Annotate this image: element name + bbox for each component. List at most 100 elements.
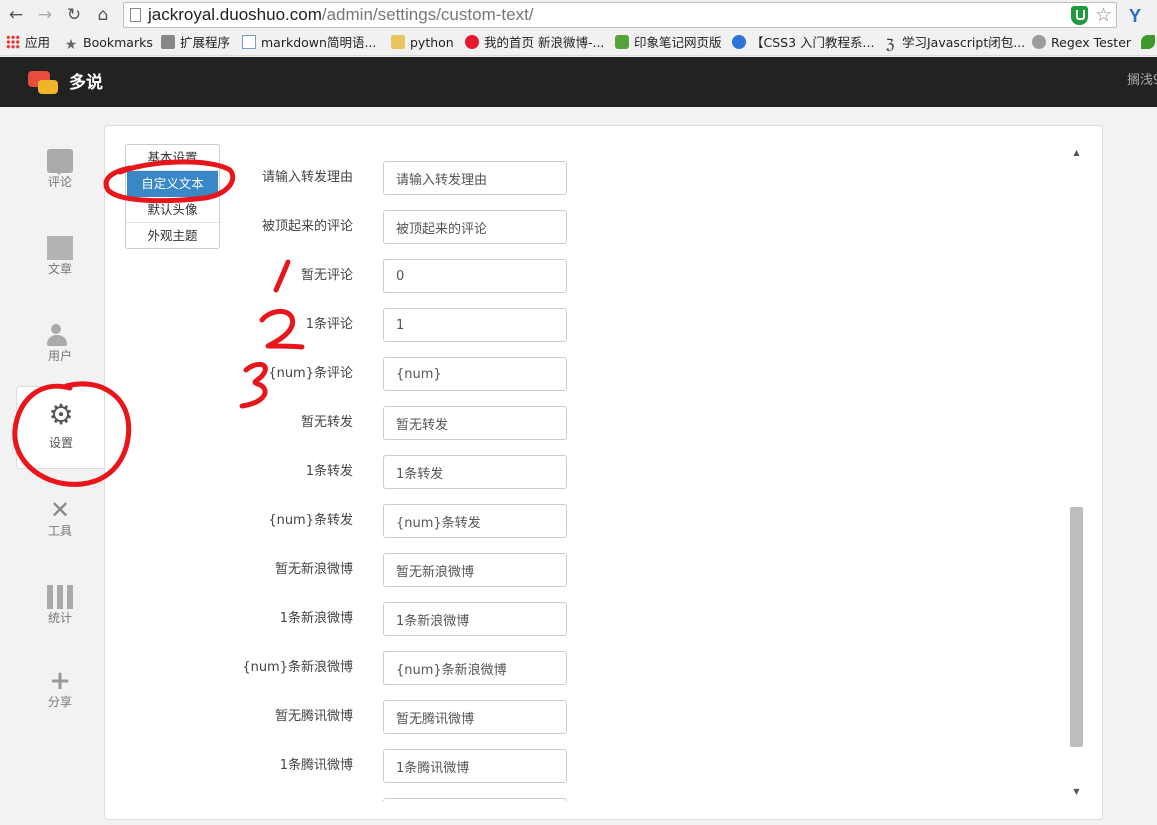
security-shield-icon[interactable] bbox=[1071, 6, 1088, 25]
custom-text-form: 请输入转发理由 被顶起来的评论 暂无评论 1条评论 {num}条评论 暂无转发 … bbox=[230, 145, 1060, 801]
bookmark-regex[interactable]: Regex Tester bbox=[1032, 34, 1131, 52]
field-label: 暂无腾讯微博 bbox=[274, 709, 353, 724]
field-label: 暂无评论 bbox=[300, 268, 353, 283]
bookmark-label: 学习Javascript闭包... bbox=[902, 35, 1026, 50]
apps-icon bbox=[6, 35, 20, 49]
stats-icon bbox=[47, 585, 73, 609]
user-menu[interactable]: 搁浅9 bbox=[1127, 73, 1157, 89]
bookmark-python[interactable]: python bbox=[391, 34, 454, 52]
subnav-default-avatar[interactable]: 默认头像 bbox=[126, 197, 219, 223]
url-path: /admin/settings/custom-text/ bbox=[321, 5, 534, 24]
gear-icon: ⚙ bbox=[48, 398, 74, 431]
subnav-custom-text[interactable]: 自定义文本 bbox=[127, 171, 218, 197]
weibo-icon bbox=[465, 35, 479, 49]
sidebar-item-label: 文章 bbox=[47, 262, 72, 276]
folder-icon bbox=[391, 35, 405, 49]
custom-text-input[interactable] bbox=[383, 798, 567, 801]
field-label: {num}条新浪微博 bbox=[242, 660, 353, 675]
script-icon: ℨ bbox=[885, 37, 895, 53]
sidebar-item-tools[interactable]: ✕ 工具 bbox=[16, 486, 104, 570]
bookmark-markdown[interactable]: markdown简明语... bbox=[242, 34, 376, 52]
evernote-icon bbox=[615, 35, 629, 49]
custom-text-input[interactable] bbox=[383, 308, 567, 342]
field-label: 请输入转发理由 bbox=[261, 170, 353, 185]
field-label: 被顶起来的评论 bbox=[261, 219, 353, 234]
brand-name[interactable]: 多说 bbox=[69, 71, 103, 95]
field-label: 1条腾讯微博 bbox=[279, 758, 353, 773]
app-header bbox=[0, 57, 1157, 107]
bookmark-label: 我的首页 新浪微博-... bbox=[484, 35, 605, 50]
field-label: {num}条评论 bbox=[268, 366, 353, 381]
scroll-up-arrow[interactable]: ▲ bbox=[1068, 146, 1085, 160]
bookmark-extensions[interactable]: 扩展程序 bbox=[161, 34, 230, 52]
bookmark-bookmarks[interactable]: ★ Bookmarks bbox=[64, 34, 153, 52]
comment-icon bbox=[47, 149, 73, 175]
bookmarks-bar: 应用 ★ Bookmarks 扩展程序 markdown简明语... python… bbox=[0, 30, 1157, 56]
sidebar-item-stats[interactable]: 统计 bbox=[16, 573, 104, 657]
sidebar-item-users[interactable]: 用户 bbox=[16, 311, 104, 395]
custom-text-input[interactable] bbox=[383, 553, 567, 587]
tools-icon: ✕ bbox=[49, 496, 71, 524]
bookmark-apps[interactable]: 应用 bbox=[6, 34, 50, 52]
custom-text-input[interactable] bbox=[383, 357, 567, 391]
sidebar-item-label: 设置 bbox=[48, 436, 73, 450]
subnav-theme[interactable]: 外观主题 bbox=[126, 223, 219, 249]
custom-text-input[interactable] bbox=[383, 210, 567, 244]
forward-button[interactable]: → bbox=[34, 4, 56, 26]
home-button[interactable]: ⌂ bbox=[92, 4, 114, 26]
custom-text-input[interactable] bbox=[383, 259, 567, 293]
bookmark-evernote[interactable]: 印象笔记网页版 bbox=[615, 34, 722, 52]
sidebar-item-label: 统计 bbox=[47, 611, 72, 625]
sidebar: 评论 文章 用户 ⚙ 设置 ✕ 工具 统计 + 分享 bbox=[0, 107, 105, 825]
custom-text-input[interactable] bbox=[383, 651, 567, 685]
url-text[interactable]: jackroyal.duoshuo.com/admin/settings/cus… bbox=[148, 5, 534, 25]
reload-button[interactable]: ↻ bbox=[63, 4, 85, 26]
bookmark-weibo[interactable]: 我的首页 新浪微博-... bbox=[465, 34, 604, 52]
bookmark-javascript[interactable]: ℨ 学习Javascript闭包... bbox=[883, 34, 1026, 53]
field-label: 暂无新浪微博 bbox=[274, 562, 353, 577]
ie-icon bbox=[732, 35, 746, 49]
back-button[interactable]: ← bbox=[5, 4, 27, 26]
field-label: {num}条转发 bbox=[268, 513, 353, 528]
custom-text-input[interactable] bbox=[383, 700, 567, 734]
bookmark-label: Bookmarks bbox=[83, 35, 153, 50]
scroll-thumb[interactable] bbox=[1070, 507, 1083, 747]
bookmark-overflow[interactable] bbox=[1141, 34, 1157, 52]
scroll-down-arrow[interactable]: ▼ bbox=[1068, 785, 1085, 799]
leaf-icon bbox=[1141, 35, 1155, 49]
bookmark-label: 应用 bbox=[25, 35, 51, 50]
sidebar-item-label: 用户 bbox=[47, 349, 72, 363]
puzzle-icon bbox=[161, 35, 175, 49]
bookmark-label: markdown简明语... bbox=[261, 35, 377, 50]
custom-text-input[interactable] bbox=[383, 455, 567, 489]
sidebar-item-comments[interactable]: 评论 bbox=[16, 137, 104, 221]
sidebar-item-label: 工具 bbox=[47, 524, 72, 538]
bookmark-label: Regex Tester bbox=[1051, 35, 1132, 50]
extension-icon[interactable]: Y bbox=[1125, 6, 1145, 26]
sidebar-item-articles[interactable]: 文章 bbox=[16, 224, 104, 308]
custom-text-input[interactable] bbox=[383, 161, 567, 195]
scrollbar[interactable]: ▲ ▼ bbox=[1068, 143, 1085, 802]
url-host: jackroyal.duoshuo.com bbox=[148, 5, 322, 24]
bookmark-css3[interactable]: 【CSS3 入门教程系... bbox=[732, 34, 874, 52]
settings-subnav: 基本设置 自定义文本 默认头像 外观主题 bbox=[125, 144, 220, 249]
sidebar-item-settings[interactable]: ⚙ 设置 bbox=[16, 386, 104, 469]
sidebar-item-share[interactable]: + 分享 bbox=[16, 657, 104, 741]
share-icon: + bbox=[49, 666, 71, 696]
bookmark-label: python bbox=[410, 35, 454, 50]
field-label: 1条新浪微博 bbox=[279, 611, 353, 626]
field-label: 暂无转发 bbox=[300, 415, 353, 430]
custom-text-input[interactable] bbox=[383, 602, 567, 636]
bookmark-label: 扩展程序 bbox=[180, 35, 231, 50]
bookmark-star-icon[interactable]: ☆ bbox=[1095, 4, 1112, 26]
address-bar[interactable]: jackroyal.duoshuo.com/admin/settings/cus… bbox=[123, 2, 1117, 28]
regex-icon bbox=[1032, 35, 1046, 49]
bookmark-label: 【CSS3 入门教程系... bbox=[751, 35, 875, 50]
sidebar-item-label: 分享 bbox=[47, 695, 72, 709]
duoshuo-logo[interactable] bbox=[28, 71, 60, 97]
custom-text-input[interactable] bbox=[383, 749, 567, 783]
field-label: 1条评论 bbox=[305, 317, 353, 332]
custom-text-input[interactable] bbox=[383, 504, 567, 538]
custom-text-input[interactable] bbox=[383, 406, 567, 440]
subnav-basic-settings[interactable]: 基本设置 bbox=[126, 145, 219, 171]
